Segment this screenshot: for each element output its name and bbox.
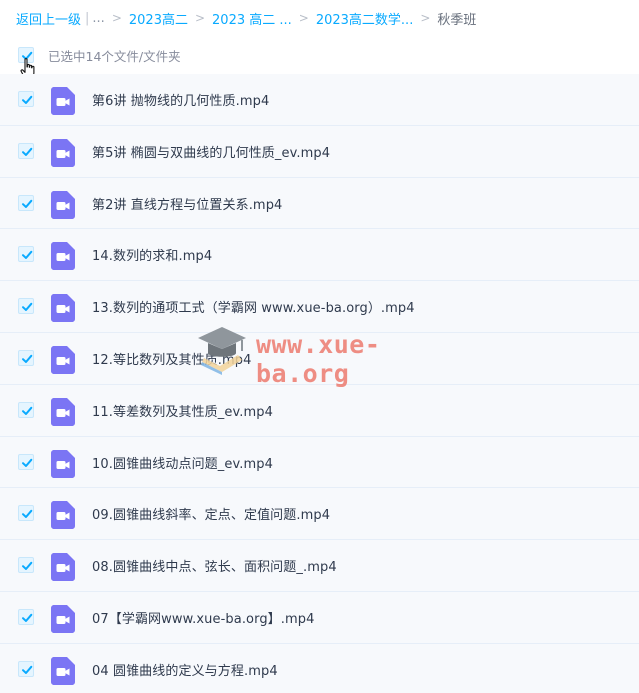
checkmark-icon: [22, 95, 33, 104]
breadcrumb-current: 秋季班: [437, 12, 477, 28]
breadcrumb-item-2023-grade2-math[interactable]: 2023高二数学...: [316, 9, 413, 28]
file-checkbox[interactable]: [18, 557, 34, 574]
checkmark-icon: [22, 251, 33, 260]
video-file-icon: [51, 87, 75, 115]
breadcrumb-separator: >: [111, 11, 122, 25]
checkmark-icon: [22, 302, 33, 312]
select-all-row: 已选中14个文件/文件夹: [18, 45, 181, 65]
file-checkbox[interactable]: [18, 298, 34, 315]
checkmark-icon: [22, 665, 33, 674]
file-name[interactable]: 14.数列的求和.mp4: [92, 245, 212, 264]
breadcrumb-separator: >: [298, 11, 309, 25]
video-file-icon: [51, 190, 75, 219]
file-name[interactable]: 第6讲 抛物线的几何性质.mp4: [92, 90, 269, 109]
file-row[interactable]: 14.数列的求和.mp4: [0, 229, 639, 282]
file-row[interactable]: 07【学霸网www.xue-ba.org】.mp4: [0, 591, 639, 644]
breadcrumb-item-2023-grade2-sub[interactable]: 2023 高二 ...: [212, 9, 292, 28]
breadcrumb-ellipsis[interactable]: ...: [92, 11, 104, 26]
video-file-icon: [51, 345, 75, 374]
file-list: 第6讲 抛物线的几何性质.mp4 第5讲 椭圆与双曲线的几何性质_ev.mp4 第2…: [0, 74, 639, 693]
file-name[interactable]: 09.圆锥曲线斜率、定点、定值问题.mp4: [92, 504, 330, 523]
file-name[interactable]: 11.等差数列及其性质_ev.mp4: [92, 401, 273, 420]
file-name[interactable]: 13.数列的通项工式（学霸网 www.xue-ba.org）.mp4: [92, 297, 415, 316]
file-row[interactable]: 04 圆锥曲线的定义与方程.mp4: [0, 643, 639, 693]
file-checkbox[interactable]: [18, 505, 34, 522]
file-name[interactable]: 第5讲 椭圆与双曲线的几何性质_ev.mp4: [92, 142, 330, 161]
video-file-icon: [51, 138, 75, 167]
breadcrumb-separator: >: [420, 11, 431, 25]
file-checkbox[interactable]: [18, 246, 34, 263]
file-checkbox[interactable]: [18, 453, 34, 470]
checkmark-icon: [22, 406, 33, 415]
file-row[interactable]: 09.圆锥曲线斜率、定点、定值问题.mp4: [0, 488, 639, 541]
breadcrumb: 返回上一级 | ... > 2023高二 > 2023 高二 ... > 202…: [16, 9, 477, 28]
file-checkbox[interactable]: [18, 660, 34, 677]
checkmark-icon: [22, 354, 33, 363]
checkmark-icon: [22, 458, 33, 467]
file-row[interactable]: 12.等比数列及其性质.mp4: [0, 332, 639, 385]
file-name[interactable]: 07【学霸网www.xue-ba.org】.mp4: [92, 608, 315, 627]
file-row[interactable]: 第6讲 抛物线的几何性质.mp4: [0, 74, 639, 126]
file-checkbox[interactable]: [18, 401, 34, 418]
file-name[interactable]: 04 圆锥曲线的定义与方程.mp4: [92, 660, 278, 679]
file-row[interactable]: 第2讲 直线方程与位置关系.mp4: [0, 177, 639, 230]
file-name[interactable]: 08.圆锥曲线中点、弦长、面积问题_.mp4: [92, 556, 337, 575]
file-checkbox[interactable]: [18, 194, 34, 211]
file-row[interactable]: 第5讲 椭圆与双曲线的几何性质_ev.mp4: [0, 125, 639, 178]
video-file-icon: [51, 294, 75, 323]
breadcrumb-item-2023-grade2[interactable]: 2023高二: [129, 9, 188, 28]
checkmark-icon: [22, 510, 33, 519]
checkmark-icon: [22, 561, 33, 571]
file-checkbox[interactable]: [18, 142, 34, 159]
video-file-icon: [51, 242, 75, 271]
file-checkbox[interactable]: [18, 349, 34, 366]
selection-count-label: 已选中14个文件/文件夹: [48, 48, 181, 64]
back-link[interactable]: 返回上一级: [16, 9, 81, 28]
video-file-icon: [51, 449, 75, 478]
video-file-icon: [51, 553, 75, 582]
video-file-icon: [51, 501, 75, 530]
checkmark-icon: [22, 199, 33, 208]
file-checkbox[interactable]: [18, 608, 34, 625]
video-file-icon: [51, 604, 75, 633]
file-name[interactable]: 10.圆锥曲线动点问题_ev.mp4: [92, 453, 273, 472]
breadcrumb-separator: >: [194, 11, 206, 25]
video-file-icon: [51, 656, 75, 685]
video-file-icon: [51, 397, 75, 426]
file-checkbox[interactable]: [18, 91, 34, 107]
breadcrumb-pipe: |: [85, 10, 90, 26]
checkmark-icon: [22, 613, 33, 622]
file-name[interactable]: 12.等比数列及其性质.mp4: [92, 349, 252, 368]
file-name[interactable]: 第2讲 直线方程与位置关系.mp4: [92, 194, 282, 213]
file-row[interactable]: 10.圆锥曲线动点问题_ev.mp4: [0, 436, 639, 489]
file-row[interactable]: 11.等差数列及其性质_ev.mp4: [0, 384, 639, 437]
checkmark-icon: [22, 147, 33, 156]
file-row[interactable]: 13.数列的通项工式（学霸网 www.xue-ba.org）.mp4: [0, 281, 639, 333]
file-row[interactable]: 08.圆锥曲线中点、弦长、面积问题_.mp4: [0, 540, 639, 592]
